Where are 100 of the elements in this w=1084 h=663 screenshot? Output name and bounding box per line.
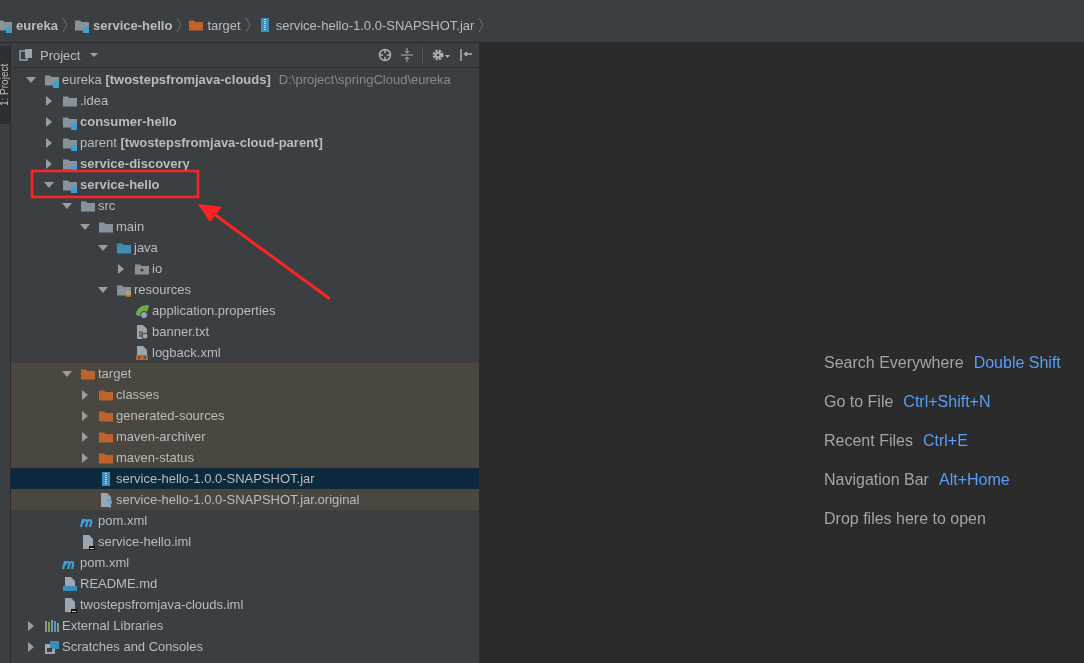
file-icon <box>98 491 114 508</box>
tree-item-label[interactable]: banner.txt <box>152 324 210 339</box>
chevron-icon <box>176 17 183 33</box>
project-path: D:\project\springCloud\eureka <box>278 72 451 87</box>
tree-row[interactable]: target <box>11 363 479 384</box>
expand-arrow-icon[interactable] <box>26 641 36 652</box>
tree-row[interactable]: service-hello-1.0.0-SNAPSHOT.jar.original <box>11 489 479 510</box>
tree-row[interactable]: parent [twostepsfromjava-cloud-parent] <box>11 132 479 153</box>
tree-row[interactable]: banner.txt <box>11 321 479 342</box>
tree-row[interactable]: service-hello <box>11 174 479 195</box>
collapse-arrow-icon[interactable] <box>44 179 54 190</box>
tree-item-label[interactable]: .idea <box>80 93 109 108</box>
tree-item-label[interactable]: pom.xml <box>80 555 130 570</box>
tree-row[interactable]: pom.xml <box>11 552 479 573</box>
chevron-icon <box>61 17 68 33</box>
tree-row[interactable]: src <box>11 195 479 216</box>
hint-label: Navigation Bar <box>824 470 929 490</box>
dropdown-caret-icon[interactable] <box>90 52 99 58</box>
tree-row[interactable]: External Libraries <box>11 615 479 636</box>
expand-arrow-icon[interactable] <box>44 116 54 127</box>
file-icon <box>134 344 150 361</box>
tree-row[interactable]: Scratches and Consoles <box>11 636 479 657</box>
file-icon <box>62 575 78 592</box>
settings-icon[interactable] <box>431 48 451 62</box>
tree-item-label[interactable]: parent [twostepsfromjava-cloud-parent] <box>80 135 323 150</box>
tree-item-label[interactable]: java <box>134 240 158 255</box>
locate-icon[interactable] <box>378 48 392 62</box>
breadcrumb-item[interactable]: service-hello <box>92 17 173 33</box>
expand-arrow-icon[interactable] <box>44 158 54 169</box>
collapse-arrow-icon[interactable] <box>26 74 36 85</box>
tree-item-label[interactable]: classes <box>116 387 160 402</box>
tree-row[interactable]: service-hello.iml <box>11 531 479 552</box>
expand-arrow-icon[interactable] <box>80 431 90 442</box>
shortcut-text: Alt+Home <box>938 470 1010 490</box>
tree-item-label[interactable]: consumer-hello <box>80 114 177 129</box>
tree-row[interactable]: maven-status <box>11 447 479 468</box>
tree-item-label[interactable]: src <box>98 198 116 213</box>
shortcut-text: Ctrl+Shift+N <box>903 392 991 412</box>
tree-item-label[interactable]: resources <box>134 282 192 297</box>
tree-item-label[interactable]: service-hello <box>80 177 160 192</box>
panel-title[interactable]: Project <box>40 47 81 63</box>
tree-row[interactable]: resources <box>11 279 479 300</box>
tree-row[interactable]: README.md <box>11 573 479 594</box>
tree-row[interactable]: consumer-hello <box>11 111 479 132</box>
collapse-arrow-icon[interactable] <box>62 368 72 379</box>
collapse-arrow-icon[interactable] <box>62 200 72 211</box>
hint-label: Search Everywhere <box>824 353 964 373</box>
expand-arrow-icon[interactable] <box>44 95 54 106</box>
collapse-arrow-icon[interactable] <box>98 242 108 253</box>
tree-item-label[interactable]: README.md <box>80 576 158 591</box>
hide-panel-icon[interactable] <box>459 48 473 62</box>
tree-item-label[interactable]: target <box>98 366 132 381</box>
tree-item-label[interactable]: service-discovery <box>80 156 190 171</box>
tree-item-label[interactable]: generated-sources <box>116 408 225 423</box>
collapse-all-icon[interactable] <box>400 48 414 62</box>
tree-row[interactable]: generated-sources <box>11 405 479 426</box>
tree-item-label[interactable]: maven-archiver <box>116 429 206 444</box>
expand-arrow-icon[interactable] <box>44 137 54 148</box>
tree-item-label[interactable]: twostepsfromjava-clouds.iml <box>80 597 244 612</box>
tree-item-label[interactable]: service-hello.iml <box>98 534 192 549</box>
expand-arrow-icon[interactable] <box>116 263 126 274</box>
console-icon <box>44 638 60 655</box>
tree-item-label[interactable]: Scratches and Consoles <box>62 639 203 654</box>
expand-arrow-icon[interactable] <box>80 452 90 463</box>
tree-row[interactable]: java <box>11 237 479 258</box>
tree-item-label[interactable]: service-hello-1.0.0-SNAPSHOT.jar.original <box>116 492 360 507</box>
tree-item-label[interactable]: io <box>152 261 163 276</box>
shortcut-text: Double Shift <box>973 353 1061 373</box>
chevron-icon <box>478 17 485 33</box>
tree-row[interactable]: io <box>11 258 479 279</box>
tree-item-label[interactable]: logback.xml <box>152 345 221 360</box>
tree-row[interactable]: eureka [twostepsfromjava-clouds] D:\project\springCloud\eureka <box>11 69 479 90</box>
tree-row[interactable]: logback.xml <box>11 342 479 363</box>
tree-row[interactable]: pom.xml <box>11 510 479 531</box>
tree-item-label[interactable]: application.properties <box>152 303 276 318</box>
leaf-icon <box>134 302 150 319</box>
expand-arrow-icon[interactable] <box>80 389 90 400</box>
tree-row[interactable]: classes <box>11 384 479 405</box>
tree-row[interactable]: twostepsfromjava-clouds.iml <box>11 594 479 615</box>
collapse-arrow-icon[interactable] <box>80 221 90 232</box>
collapse-arrow-icon[interactable] <box>98 284 108 295</box>
breadcrumb-item[interactable]: eureka <box>16 17 58 33</box>
tree-row[interactable]: maven-archiver <box>11 426 479 447</box>
tree-item-label[interactable]: pom.xml <box>98 513 148 528</box>
tree-item-label[interactable]: External Libraries <box>62 618 164 633</box>
tree-row[interactable]: main <box>11 216 479 237</box>
tree-row[interactable]: service-discovery <box>11 153 479 174</box>
tree-row[interactable]: .idea <box>11 90 479 111</box>
tree-row[interactable]: application.properties <box>11 300 479 321</box>
tree-item-label[interactable]: main <box>116 219 145 234</box>
shortcut-text: Ctrl+E <box>922 431 968 451</box>
breadcrumb-item[interactable]: service-hello-1.0.0-SNAPSHOT.jar <box>275 17 475 33</box>
hint-label: Drop files here to open <box>824 509 986 529</box>
tree-row[interactable]: service-hello-1.0.0-SNAPSHOT.jar <box>11 468 479 489</box>
tree-item-label[interactable]: eureka [twostepsfromjava-clouds] <box>62 72 271 87</box>
tree-item-label[interactable]: maven-status <box>116 450 195 465</box>
breadcrumb-item[interactable]: target <box>207 17 241 33</box>
expand-arrow-icon[interactable] <box>80 410 90 421</box>
tree-item-label[interactable]: service-hello-1.0.0-SNAPSHOT.jar <box>116 471 315 486</box>
expand-arrow-icon[interactable] <box>26 620 36 631</box>
